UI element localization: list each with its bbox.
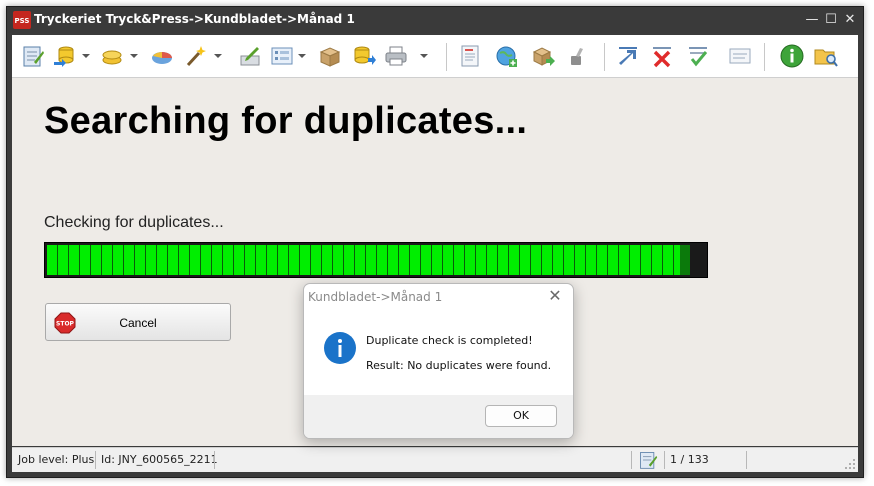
resize-grip-icon[interactable] — [844, 458, 856, 470]
cancel-button[interactable]: STOP Cancel — [45, 303, 231, 341]
checklist-icon[interactable] — [686, 44, 710, 68]
progress-bar — [44, 242, 708, 278]
package-forward-icon[interactable] — [532, 44, 556, 68]
status-bar: Job level: Plus Id: JNY_600565_2211 1 / … — [12, 447, 858, 472]
app-logo-icon: PSS — [13, 11, 31, 29]
ok-button[interactable]: OK — [485, 405, 557, 427]
delete-x-icon[interactable] — [650, 44, 674, 68]
form-icon[interactable] — [728, 44, 752, 68]
magic-wand-dropdown[interactable] — [214, 54, 222, 58]
folder-search-icon[interactable] — [814, 44, 838, 68]
message-dialog: Kundbladet->Månad 1 ✕ Duplicate check is… — [303, 283, 574, 439]
globe-add-icon[interactable] — [494, 44, 518, 68]
minimize-button[interactable]: — — [803, 11, 821, 29]
close-button[interactable]: ✕ — [841, 11, 859, 29]
pie-chart-icon[interactable] — [150, 44, 174, 68]
database-import-dropdown[interactable] — [82, 54, 90, 58]
notepad-icon[interactable] — [21, 44, 45, 68]
progress-bar-tail — [680, 245, 690, 275]
toolbar-separator — [604, 43, 605, 71]
status-divider — [664, 451, 665, 469]
edit-document-icon[interactable] — [238, 44, 262, 68]
status-divider — [631, 451, 632, 469]
notepad-status-icon[interactable] — [638, 450, 658, 470]
info-icon — [324, 332, 356, 364]
status-divider — [95, 451, 96, 469]
progress-bar-fill — [47, 245, 680, 275]
document-address-icon[interactable] — [458, 44, 482, 68]
toolbar — [12, 35, 858, 78]
job-level-label: Job level: Plus — [18, 453, 95, 466]
database-import-icon[interactable] — [52, 44, 76, 68]
window-title: Tryckeriet Tryck&Press->Kundbladet->Måna… — [34, 12, 355, 26]
cancel-button-label: Cancel — [119, 316, 157, 330]
magic-wand-icon[interactable] — [184, 44, 208, 68]
dialog-close-button[interactable]: ✕ — [545, 286, 565, 305]
toolbar-separator — [446, 43, 447, 71]
page-counter: 1 / 133 — [670, 453, 709, 466]
coins-dropdown[interactable] — [130, 54, 138, 58]
form-list-dropdown[interactable] — [298, 54, 306, 58]
dialog-message: Duplicate check is completed! — [366, 334, 533, 347]
info-icon[interactable] — [780, 44, 804, 68]
arrow-up-right-icon[interactable] — [616, 44, 640, 68]
printer-dropdown[interactable] — [420, 54, 428, 58]
page-heading: Searching for duplicates... — [44, 100, 528, 142]
status-divider — [214, 451, 215, 469]
progress-status-text: Checking for duplicates... — [44, 214, 224, 231]
maximize-button[interactable]: ☐ — [822, 11, 840, 29]
job-id-label: Id: JNY_600565_2211 — [101, 453, 218, 466]
coins-icon[interactable] — [100, 44, 124, 68]
svg-text:PSS: PSS — [15, 17, 30, 25]
title-bar[interactable]: PSS Tryckeriet Tryck&Press->Kundbladet->… — [7, 7, 863, 33]
status-divider — [746, 451, 747, 469]
dialog-result: Result: No duplicates were found. — [366, 359, 552, 372]
package-icon[interactable] — [318, 44, 342, 68]
printer-icon[interactable] — [384, 44, 408, 68]
dialog-footer: OK — [304, 395, 573, 438]
toolbar-separator — [764, 43, 765, 71]
database-export-icon[interactable] — [352, 44, 376, 68]
tools-icon[interactable] — [566, 44, 590, 68]
dialog-title: Kundbladet->Månad 1 — [308, 290, 443, 304]
form-list-icon[interactable] — [270, 44, 294, 68]
